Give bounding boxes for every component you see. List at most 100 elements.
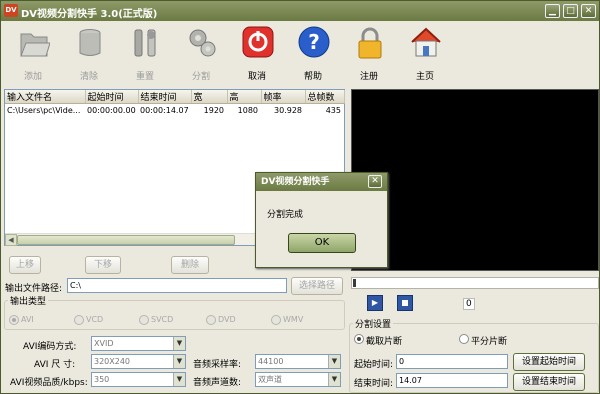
cell-height: 1080 [237, 105, 258, 115]
split-label: 分割 [191, 72, 210, 82]
bitrate-select[interactable]: 350 ▼ [91, 372, 186, 387]
set-start-time-button[interactable]: 设置起始时间 [513, 353, 585, 371]
add-button[interactable]: 添加 [7, 24, 59, 82]
cell-width: 1920 [203, 105, 224, 115]
radio-wmv[interactable] [271, 315, 281, 325]
seek-handle[interactable] [353, 279, 356, 287]
size-value: 320X240 [94, 357, 131, 366]
clear-label: 清除 [79, 72, 98, 82]
samplerate-select[interactable]: 44100 ▼ [255, 354, 341, 369]
cell-start: 00:00:00.00 [87, 105, 136, 115]
radio-dvd[interactable] [206, 315, 216, 325]
chevron-down-icon[interactable]: ▼ [173, 355, 185, 368]
output-path-label: 输出文件路径: [5, 284, 63, 294]
size-select[interactable]: 320X240 ▼ [91, 354, 186, 369]
cell-fps: 30.928 [274, 105, 302, 115]
seek-bar[interactable] [351, 277, 599, 289]
radio-even-segment-label: 平分片断 [471, 337, 508, 347]
col-header-frames[interactable]: 总帧数 [305, 90, 345, 104]
stop-icon[interactable] [397, 295, 413, 311]
chevron-down-icon[interactable]: ▼ [173, 373, 185, 386]
padlock-icon [358, 27, 382, 59]
cell-frames: 435 [325, 105, 341, 115]
reset-button[interactable]: 重置 [119, 24, 171, 82]
radio-svcd-label: SVCD [151, 315, 174, 324]
move-up-button[interactable]: 上移 [9, 256, 41, 274]
radio-avi[interactable] [9, 315, 19, 325]
channels-label: 音频声道数: [193, 378, 242, 388]
cell-filename: C:\Users\pc\Vide... [7, 105, 81, 115]
help-label: 帮助 [303, 72, 322, 82]
output-path-field[interactable]: C:\ [67, 278, 287, 293]
cancel-button[interactable]: 取消 [231, 24, 283, 82]
output-type-label: 输出类型 [8, 294, 49, 307]
col-header-width[interactable]: 宽 [191, 90, 228, 104]
size-label: AVI 尺 寸: [34, 360, 76, 370]
toolbar: 添加 清除 重置 分割 取消 ? 帮助 注册 主页 [1, 21, 599, 83]
set-end-time-button[interactable]: 设置结束时间 [513, 373, 585, 391]
register-button[interactable]: 注册 [343, 24, 395, 82]
radio-vcd-label: VCD [86, 315, 104, 324]
table-header-row: 输入文件名 起始时间 结束时间 宽 高 帧率 总帧数 [5, 90, 345, 104]
tools-icon [134, 29, 156, 57]
app-icon: DV [4, 4, 18, 17]
close-button[interactable]: ✕ [581, 4, 596, 18]
title-bar: DV DV视频分割快手 3.0(正式版) ▁ □ ✕ [1, 1, 599, 21]
play-icon[interactable]: ▶ [367, 295, 383, 311]
frame-counter: 0 [463, 298, 475, 310]
split-complete-dialog: DV视频分割快手 ✕ 分割完成 OK [255, 172, 388, 268]
home-button[interactable]: 主页 [399, 24, 451, 82]
col-header-end[interactable]: 结束时间 [138, 90, 192, 104]
chevron-down-icon[interactable]: ▼ [173, 337, 185, 350]
col-header-filename[interactable]: 输入文件名 [5, 90, 86, 104]
add-label: 添加 [23, 72, 42, 82]
trash-can-icon [79, 29, 101, 56]
channels-select[interactable]: 双声道 ▼ [255, 372, 341, 387]
chevron-down-icon[interactable]: ▼ [328, 355, 340, 368]
chevron-down-icon[interactable]: ▼ [328, 373, 340, 386]
start-time-label: 起始时间: [354, 360, 394, 370]
radio-cut-segment[interactable] [354, 334, 364, 344]
radio-even-segment[interactable] [459, 334, 469, 344]
dialog-close-icon[interactable]: ✕ [368, 175, 382, 188]
split-button[interactable]: 分割 [175, 24, 227, 82]
col-header-fps[interactable]: 帧率 [261, 90, 306, 104]
home-label: 主页 [415, 72, 434, 82]
cell-end: 00:00:14.07 [140, 105, 189, 115]
folder-open-icon [20, 33, 50, 57]
radio-dvd-label: DVD [218, 315, 236, 324]
codec-label: AVI编码方式: [23, 342, 77, 352]
radio-svcd[interactable] [139, 315, 149, 325]
move-down-button[interactable]: 下移 [85, 256, 121, 274]
clear-button[interactable]: 清除 [63, 24, 115, 82]
radio-vcd[interactable] [74, 315, 84, 325]
col-header-height[interactable]: 高 [227, 90, 262, 104]
help-question-icon: ? [298, 26, 330, 58]
gears-icon [189, 29, 216, 57]
dialog-ok-button[interactable]: OK [288, 233, 356, 253]
dialog-message: 分割完成 [267, 210, 304, 220]
power-stop-icon [242, 26, 274, 58]
scroll-left-icon[interactable]: ◀ [5, 234, 17, 246]
radio-cut-segment-label: 截取片断 [366, 337, 403, 347]
svg-text:?: ? [308, 30, 320, 54]
samplerate-label: 音频采样率: [193, 360, 242, 370]
minimize-button[interactable]: ▁ [545, 4, 560, 18]
video-preview [351, 89, 599, 271]
split-settings-label: 分割设置 [353, 317, 394, 330]
end-time-field[interactable]: 14.07 [396, 373, 508, 388]
browse-path-button[interactable]: 选择路径 [291, 277, 343, 295]
channels-value: 双声道 [258, 375, 282, 384]
col-header-start[interactable]: 起始时间 [85, 90, 139, 104]
help-button[interactable]: ? 帮助 [287, 24, 339, 82]
cancel-label: 取消 [247, 72, 266, 82]
register-label: 注册 [359, 72, 378, 82]
table-row[interactable]: C:\Users\pc\Vide... 00:00:00.00 00:00:14… [5, 104, 344, 117]
codec-select[interactable]: XVID ▼ [91, 336, 186, 351]
window-title: DV视频分割快手 3.0(正式版) [21, 9, 158, 20]
maximize-button[interactable]: □ [563, 4, 578, 18]
start-time-field[interactable]: 0 [396, 354, 508, 369]
main-window: DV DV视频分割快手 3.0(正式版) ▁ □ ✕ 添加 清除 重置 分割 取… [0, 0, 600, 394]
delete-button[interactable]: 删除 [171, 256, 209, 274]
scroll-thumb[interactable] [17, 235, 235, 245]
